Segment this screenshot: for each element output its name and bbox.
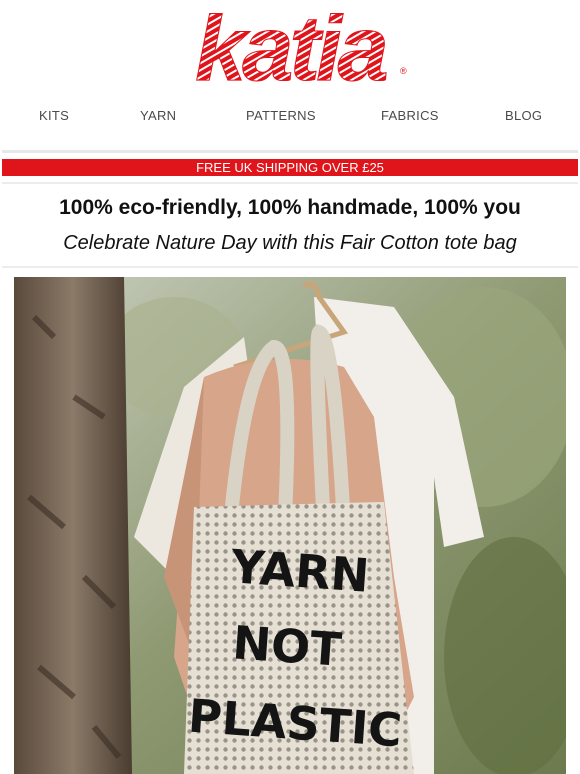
nav-item-yarn[interactable]: YARN [140, 108, 176, 123]
headline: 100% eco-friendly, 100% handmade, 100% y… [59, 196, 521, 219]
main-navigation: KITS YARN PATTERNS FABRICS BLOG [0, 108, 580, 130]
bag-text-line-1: YARN [228, 539, 371, 603]
hero-image[interactable]: YARN NOT PLASTIC [14, 277, 566, 774]
tote-bag-photo: YARN NOT PLASTIC [14, 277, 566, 774]
nav-item-fabrics[interactable]: FABRICS [381, 108, 439, 123]
nav-item-patterns[interactable]: PATTERNS [246, 108, 316, 123]
divider [2, 182, 578, 184]
katia-logo[interactable]: katia ® [0, 0, 580, 101]
nav-item-kits[interactable]: KITS [39, 108, 69, 123]
shipping-banner[interactable]: FREE UK SHIPPING OVER £25 [2, 159, 578, 176]
logo-header: katia ® [0, 0, 580, 101]
divider [2, 150, 578, 153]
divider [2, 266, 578, 268]
bag-text-line-2: NOT [231, 615, 344, 677]
nav-item-blog[interactable]: BLOG [505, 108, 542, 123]
subheadline: Celebrate Nature Day with this Fair Cott… [63, 232, 517, 254]
registered-mark: ® [400, 66, 407, 76]
logo-text: katia [195, 0, 387, 96]
